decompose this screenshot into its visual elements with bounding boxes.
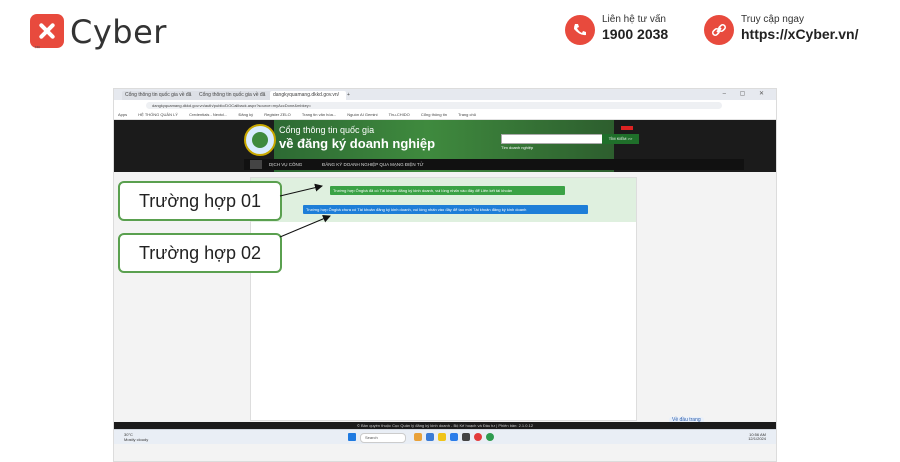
arrow-case-01 — [279, 183, 323, 197]
arrow-case-02 — [279, 215, 331, 238]
callout-arrows — [279, 183, 331, 238]
